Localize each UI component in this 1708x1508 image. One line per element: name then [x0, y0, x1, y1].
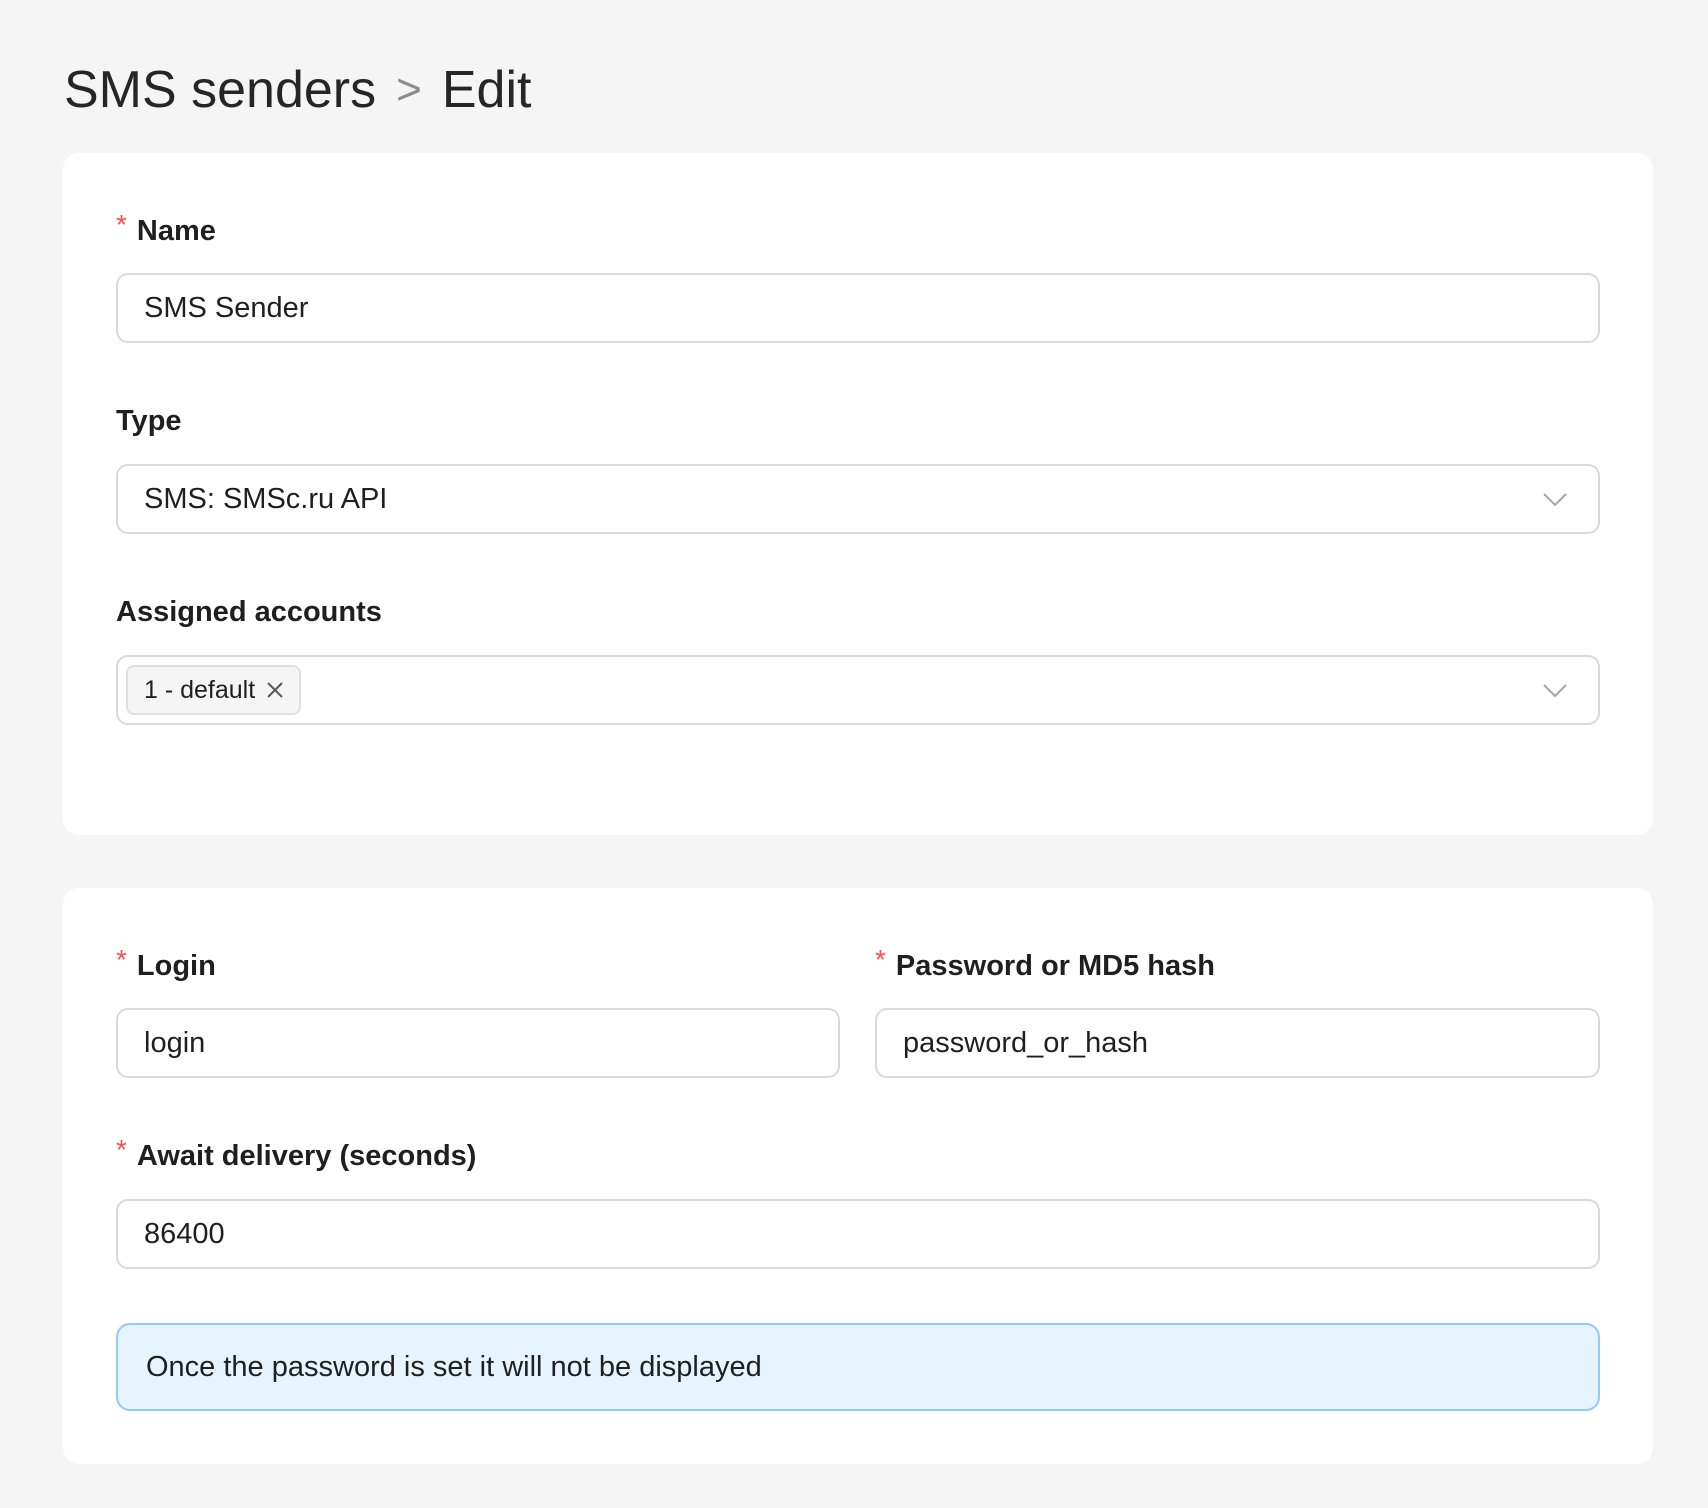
account-tag-label: 1 - default — [144, 675, 256, 704]
await-delivery-label-text: Await delivery (seconds) — [136, 1139, 477, 1172]
required-mark: * — [116, 209, 127, 240]
name-input[interactable]: SMS Sender — [116, 273, 1600, 343]
account-tag: 1 - default — [126, 665, 302, 715]
await-delivery-label: * Await delivery (seconds) — [116, 1134, 477, 1176]
breadcrumb-current: Edit — [441, 61, 532, 119]
breadcrumb: SMS senders > Edit — [64, 56, 531, 124]
login-label: * Login — [116, 944, 216, 986]
password-label-text: Password or MD5 hash — [895, 949, 1215, 982]
password-info-text: Once the password is set it will not be … — [146, 1350, 762, 1383]
required-mark: * — [875, 944, 886, 975]
type-select[interactable]: SMS: SMSc.ru API — [116, 464, 1600, 534]
chevron-down-icon — [1543, 493, 1567, 507]
await-delivery-input[interactable]: 86400 — [116, 1199, 1600, 1269]
name-label-text: Name — [136, 214, 216, 247]
required-mark: * — [116, 1134, 127, 1165]
close-icon[interactable] — [265, 680, 285, 700]
login-input[interactable]: login — [116, 1008, 840, 1078]
name-label: * Name — [116, 209, 216, 251]
required-mark: * — [116, 944, 127, 975]
breadcrumb-parent[interactable]: SMS senders — [64, 60, 376, 120]
assigned-accounts-select[interactable]: 1 - default — [116, 655, 1600, 725]
credentials-card: * Login login * Password or MD5 hash pas… — [63, 888, 1653, 1464]
login-input-value: login — [144, 1026, 206, 1059]
general-settings-card: * Name SMS Sender Type SMS: SMSc.ru API … — [63, 153, 1653, 835]
login-label-text: Login — [136, 949, 216, 982]
password-input[interactable]: password_or_hash — [875, 1008, 1600, 1078]
type-label-text: Type — [116, 404, 182, 437]
await-delivery-input-value: 86400 — [144, 1217, 225, 1250]
assigned-accounts-label-text: Assigned accounts — [116, 595, 382, 628]
assigned-accounts-label: Assigned accounts — [116, 592, 382, 632]
type-select-value: SMS: SMSc.ru API — [144, 482, 388, 515]
password-info-alert: Once the password is set it will not be … — [116, 1323, 1600, 1411]
password-input-value: password_or_hash — [903, 1026, 1149, 1059]
password-label: * Password or MD5 hash — [875, 944, 1215, 986]
name-input-value: SMS Sender — [144, 291, 309, 324]
chevron-down-icon — [1543, 684, 1567, 698]
type-label: Type — [116, 401, 182, 441]
breadcrumb-separator: > — [396, 65, 422, 114]
